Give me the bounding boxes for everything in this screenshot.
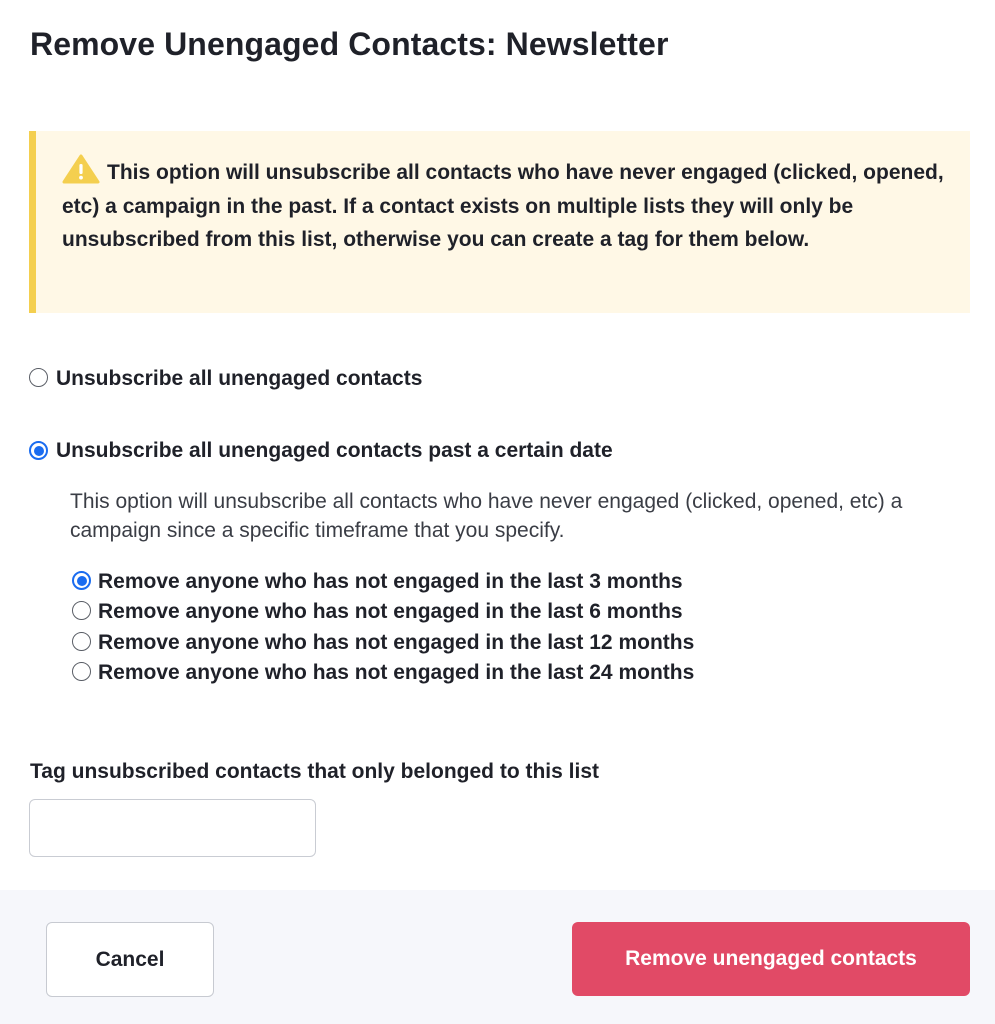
radio-unsubscribe-past-date[interactable] [29, 441, 48, 460]
timeframe-12-months-label[interactable]: Remove anyone who has not engaged in the… [98, 631, 694, 655]
warning-alert: This option will unsubscribe all contact… [29, 131, 970, 313]
radio-timeframe-3-months[interactable] [72, 571, 91, 590]
date-option-description: This option will unsubscribe all contact… [70, 490, 903, 542]
alert-text: This option will unsubscribe all contact… [62, 161, 944, 251]
radio-timeframe-12-months[interactable] [72, 632, 91, 651]
tag-input[interactable] [29, 799, 316, 857]
timeframe-24-months-label[interactable]: Remove anyone who has not engaged in the… [98, 661, 694, 685]
radio-timeframe-24-months[interactable] [72, 662, 91, 681]
warning-icon [62, 154, 100, 184]
radio-timeframe-6-months[interactable] [72, 601, 91, 620]
alert-message: This option will unsubscribe all contact… [62, 154, 952, 257]
cancel-button[interactable]: Cancel [46, 922, 214, 997]
tag-field-label: Tag unsubscribed contacts that only belo… [30, 760, 599, 783]
option-unsubscribe-all-label[interactable]: Unsubscribe all unengaged contacts [56, 367, 422, 391]
timeframe-6-months-label[interactable]: Remove anyone who has not engaged in the… [98, 600, 683, 624]
dialog-title: Remove Unengaged Contacts: Newsletter [30, 26, 669, 62]
remove-unengaged-contacts-button[interactable]: Remove unengaged contacts [572, 922, 970, 996]
radio-unsubscribe-all[interactable] [29, 368, 48, 387]
timeframe-3-months-label[interactable]: Remove anyone who has not engaged in the… [98, 570, 683, 594]
option-unsubscribe-past-date-label[interactable]: Unsubscribe all unengaged contacts past … [56, 439, 613, 463]
